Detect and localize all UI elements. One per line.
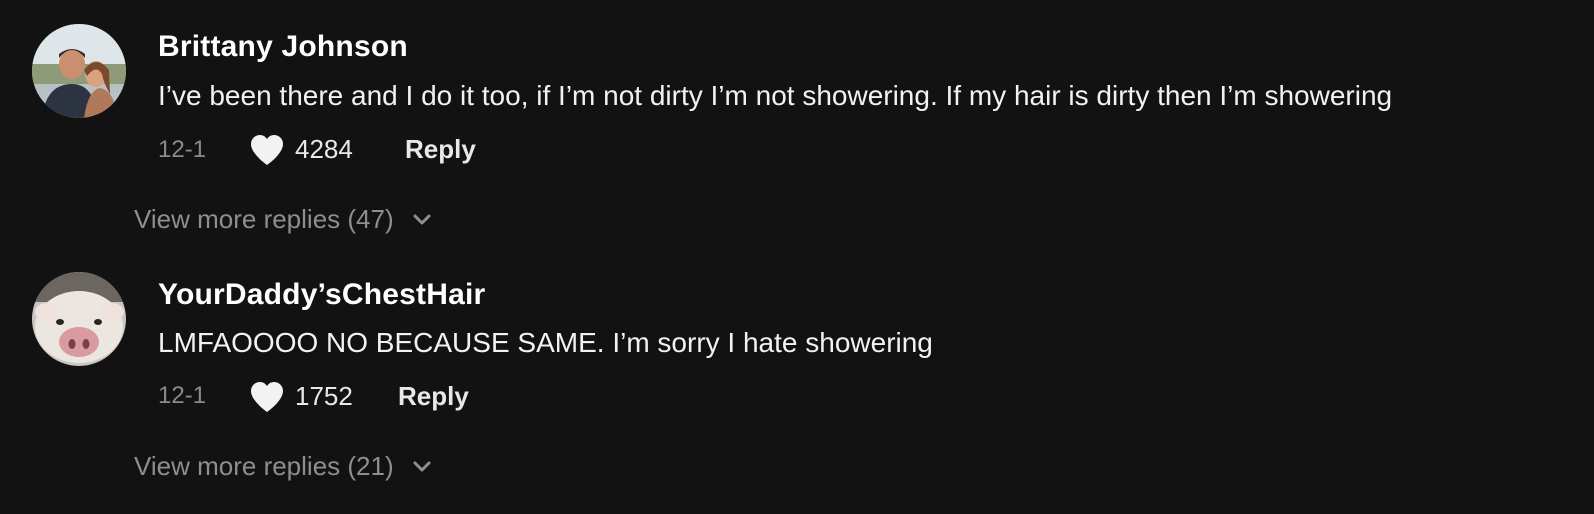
chevron-down-icon [413,214,431,224]
avatar-photo [32,24,126,118]
comment-text: I’ve been there and I do it too, if I’m … [158,80,1393,111]
heart-icon[interactable] [249,134,285,166]
heart-icon[interactable] [249,381,285,413]
comment-username[interactable]: Brittany Johnson [158,30,408,64]
like-count: 4284 [295,134,353,164]
reply-button[interactable]: Reply [398,381,469,412]
comment-text: LMFAOOOO NO BECAUSE SAME. I’m sorry I ha… [158,327,933,358]
view-more-replies-label: View more replies (21) [134,451,394,481]
comment-date: 12-1 [158,382,207,409]
comment-date: 12-1 [158,136,207,163]
like-count: 1752 [295,381,353,411]
avatar-photo [32,272,126,366]
view-more-replies-button[interactable]: View more replies (21) [134,451,432,482]
comment-username[interactable]: YourDaddy’sChestHair [158,278,485,312]
chevron-down-icon [413,461,431,471]
view-more-replies-label: View more replies (47) [134,204,394,234]
reply-button[interactable]: Reply [405,134,476,165]
view-more-replies-button[interactable]: View more replies (47) [134,204,432,235]
avatar[interactable] [32,24,126,118]
avatar[interactable] [32,272,126,366]
